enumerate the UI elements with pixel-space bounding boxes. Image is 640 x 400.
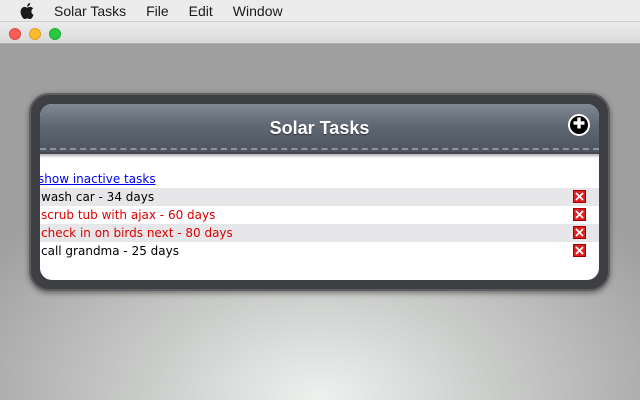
plus-icon xyxy=(573,116,585,134)
menu-window[interactable]: Window xyxy=(233,3,283,19)
menu-bar: Solar Tasks File Edit Window xyxy=(0,0,640,22)
add-task-button[interactable] xyxy=(568,114,590,136)
task-row: call grandma - 25 days xyxy=(40,242,599,260)
task-label[interactable]: call grandma - 25 days xyxy=(41,244,179,258)
task-list: show inactive tasks wash car - 34 days s… xyxy=(40,170,599,260)
zoom-window-button[interactable] xyxy=(49,28,61,40)
delete-task-button[interactable] xyxy=(573,190,586,203)
delete-task-button[interactable] xyxy=(573,226,586,239)
task-row: wash car - 34 days xyxy=(40,188,599,206)
delete-task-button[interactable] xyxy=(573,208,586,221)
task-row: scrub tub with ajax - 60 days xyxy=(40,206,599,224)
tasks-panel-inner: Solar Tasks show inactive tasks wash car… xyxy=(40,104,599,280)
panel-header: Solar Tasks xyxy=(40,104,599,158)
minimize-window-button[interactable] xyxy=(29,28,41,40)
delete-x-icon xyxy=(575,228,584,237)
task-label[interactable]: scrub tub with ajax - 60 days xyxy=(41,208,215,222)
delete-x-icon xyxy=(575,210,584,219)
delete-x-icon xyxy=(575,192,584,201)
task-label[interactable]: wash car - 34 days xyxy=(41,190,154,204)
header-stitch xyxy=(40,148,599,150)
delete-task-button[interactable] xyxy=(573,244,586,257)
close-window-button[interactable] xyxy=(9,28,21,40)
window-content: Solar Tasks show inactive tasks wash car… xyxy=(0,45,640,400)
delete-x-icon xyxy=(575,246,584,255)
task-row: check in on birds next - 80 days xyxy=(40,224,599,242)
task-label[interactable]: check in on birds next - 80 days xyxy=(41,226,233,240)
menu-app-name[interactable]: Solar Tasks xyxy=(54,3,126,19)
menu-file[interactable]: File xyxy=(146,3,169,19)
tasks-panel: Solar Tasks show inactive tasks wash car… xyxy=(29,93,610,291)
show-inactive-tasks-link[interactable]: show inactive tasks xyxy=(40,170,599,188)
menu-edit[interactable]: Edit xyxy=(189,3,213,19)
panel-title: Solar Tasks xyxy=(269,118,370,138)
window-title-bar xyxy=(0,22,640,44)
header-shadow xyxy=(40,152,599,158)
apple-icon[interactable] xyxy=(18,2,36,19)
